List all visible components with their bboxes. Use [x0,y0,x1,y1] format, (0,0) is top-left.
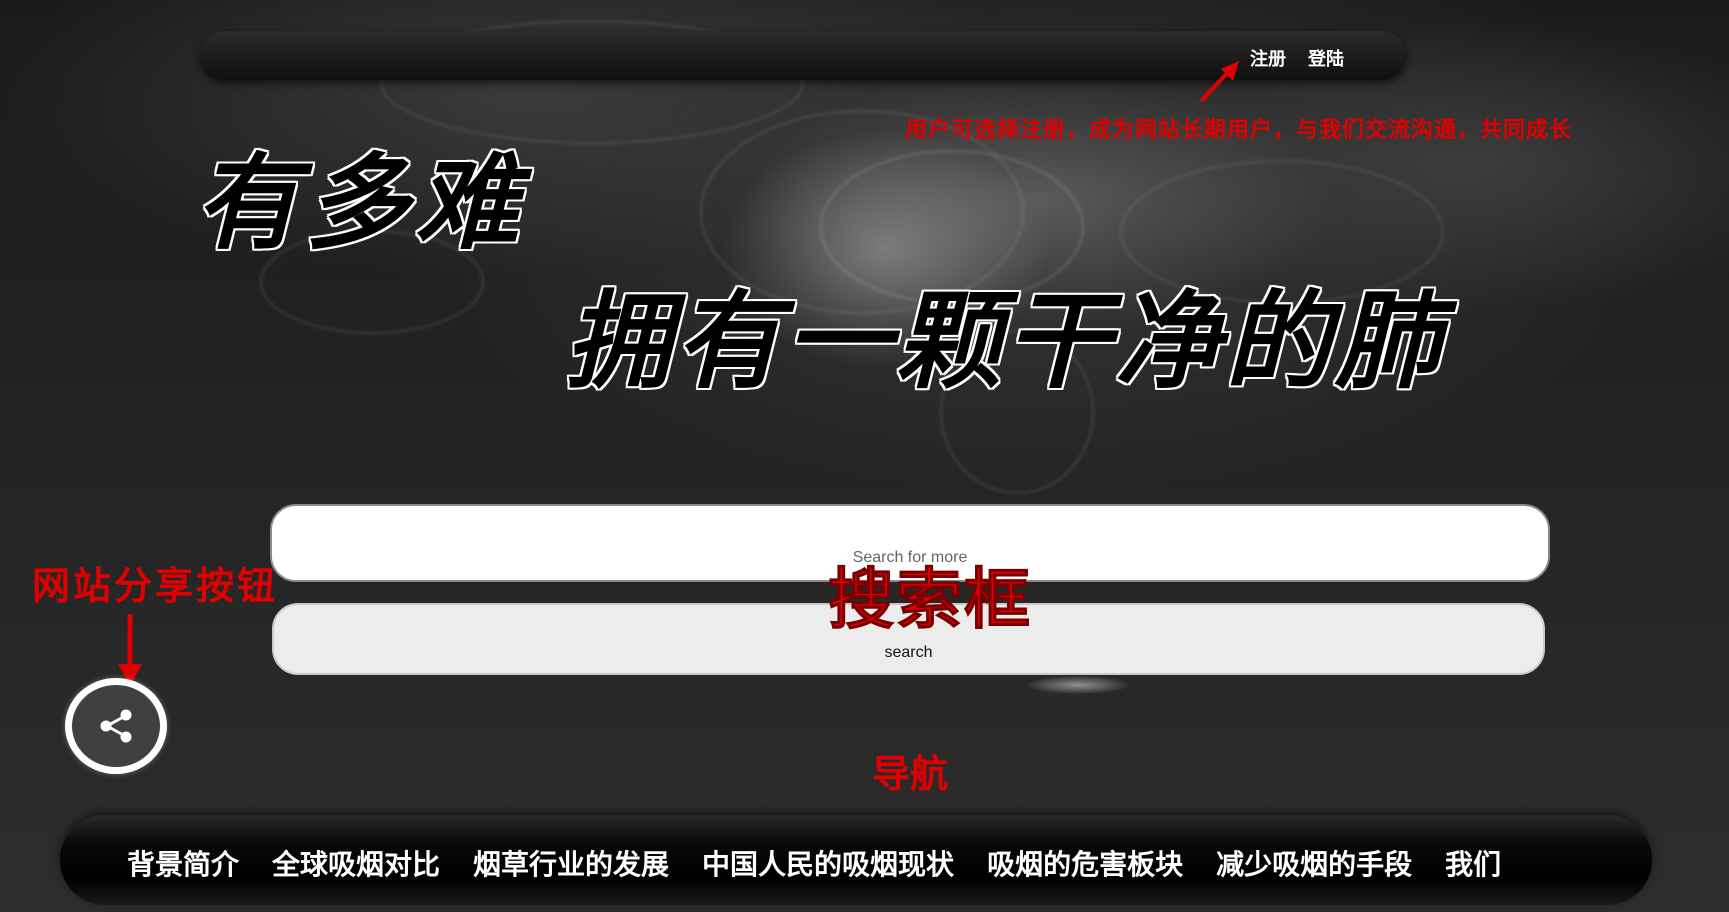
nav-item-reduction-methods[interactable]: 减少吸烟的手段 [1216,843,1412,883]
nav-items: 背景简介 全球吸烟对比 烟草行业的发展 中国人民的吸烟现状 吸烟的危害板块 减少… [127,843,1501,883]
auth-links: 注册 登陆 [1250,45,1344,71]
hero-title-line1: 有多难 [195,142,526,264]
register-annotation: 用户可选择注册，成为网站长期用户，与我们交流沟通，共同成长 [905,118,1573,143]
nav-item-global-comparison[interactable]: 全球吸烟对比 [272,843,440,883]
nav-item-industry-development[interactable]: 烟草行业的发展 [473,843,669,883]
share-button[interactable] [65,678,167,774]
nav-item-harms[interactable]: 吸烟的危害板块 [987,843,1183,883]
nav-annotation: 导航 [872,752,949,796]
hero-title-line2: 拥有一颗干净的肺 [565,280,1445,403]
login-link[interactable]: 登陆 [1308,45,1344,71]
cigarette-debris [1028,676,1128,694]
register-link[interactable]: 注册 [1250,45,1286,71]
nav-item-about-us[interactable]: 我们 [1445,843,1501,883]
register-annotation-arrow [1199,61,1239,103]
search-annotation: 搜索框 [828,561,1032,639]
nav-item-china-status[interactable]: 中国人民的吸烟现状 [702,843,954,883]
share-icon [100,709,132,743]
share-annotation: 网站分享按钮 [32,564,279,608]
nav-item-background[interactable]: 背景简介 [127,843,239,883]
main-nav: 背景简介 全球吸烟对比 烟草行业的发展 中国人民的吸烟现状 吸烟的危害板块 减少… [60,815,1652,905]
